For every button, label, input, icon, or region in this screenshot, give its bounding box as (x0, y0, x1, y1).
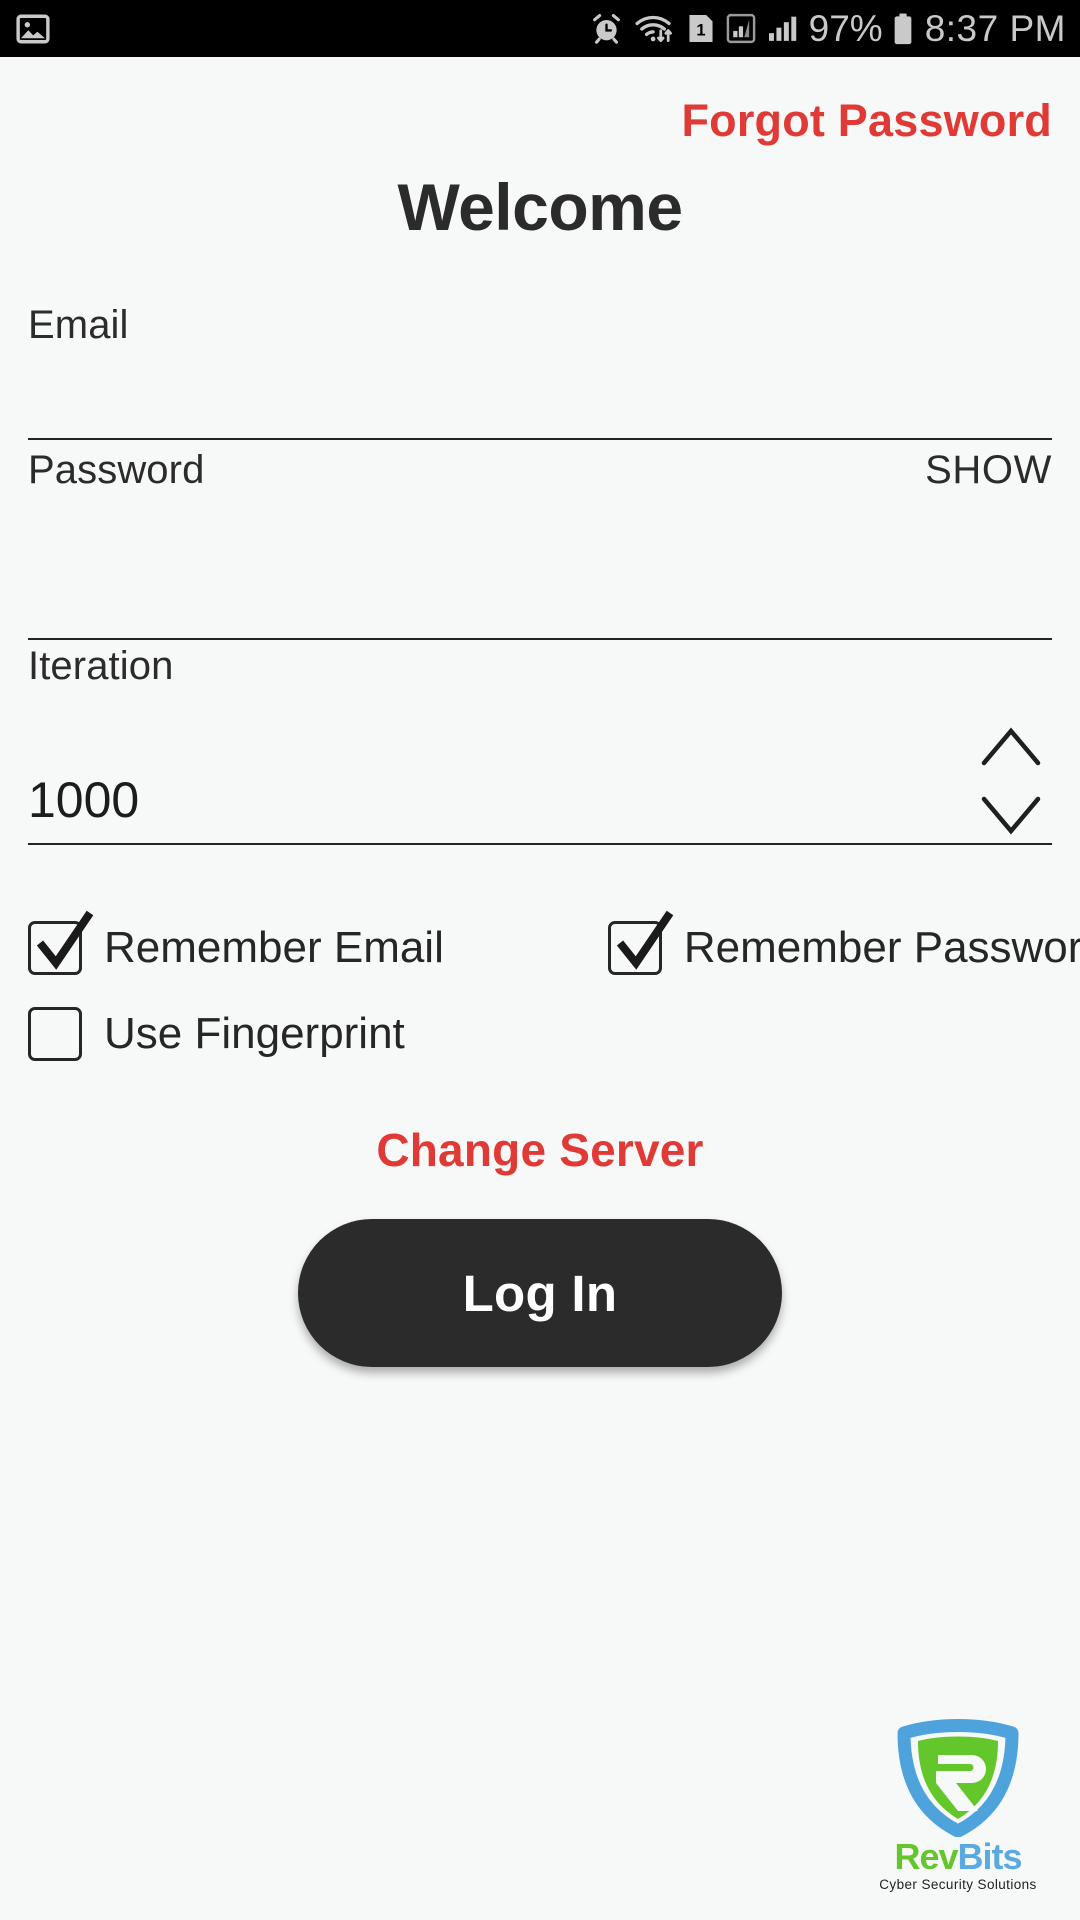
use-fingerprint-checkbox[interactable] (28, 1007, 82, 1061)
remember-options-row: Remember Email Remember Password (0, 910, 1080, 975)
page-title: Welcome (397, 170, 683, 244)
checkmark-icon (36, 910, 94, 970)
show-password-toggle[interactable]: SHOW (925, 448, 1052, 493)
iteration-label: Iteration (28, 644, 174, 688)
password-field-group[interactable]: Password SHOW (28, 440, 1052, 640)
status-bar-right: 1 97% 8:37 PM (590, 8, 1066, 50)
forgot-password-link[interactable]: Forgot Password (681, 95, 1052, 147)
status-bar: 1 97% 8:37 PM (0, 0, 1080, 57)
fingerprint-option-row: Use Fingerprint (0, 1007, 1080, 1061)
iteration-field-head: Iteration (28, 640, 1052, 689)
remember-email-label: Remember Email (104, 923, 444, 972)
chevron-down-icon[interactable] (979, 795, 1043, 837)
checkmark-icon (616, 910, 674, 970)
status-bar-left (16, 12, 50, 46)
revbits-shield-icon (897, 1719, 1019, 1837)
svg-text:1: 1 (696, 21, 705, 39)
revbits-logo: RevBits Cyber Security Solutions (862, 1719, 1054, 1892)
remember-email-checkbox-item[interactable]: Remember Email (28, 910, 444, 975)
logo-word-bits: Bits (957, 1836, 1023, 1877)
use-fingerprint-label: Use Fingerprint (104, 1009, 405, 1058)
remember-email-checkbox[interactable] (28, 910, 94, 975)
battery-icon (894, 13, 912, 44)
revbits-wordmark: RevBits (862, 1839, 1054, 1875)
change-server-link[interactable]: Change Server (376, 1124, 703, 1176)
revbits-tagline: Cyber Security Solutions (879, 1877, 1037, 1892)
remember-password-label: Remember Password (683, 923, 1080, 972)
login-screen: Forgot Password Welcome Email Password S… (0, 57, 1080, 1920)
wifi-transfer-icon (635, 15, 672, 43)
forgot-password-row: Forgot Password (0, 57, 1080, 147)
login-button-row: Log In (0, 1219, 1080, 1367)
checkbox-square (28, 1007, 82, 1061)
remember-password-checkbox-item[interactable]: Remember Password (607, 910, 1080, 975)
battery-percent-label: 97% (808, 7, 883, 49)
alarm-icon (592, 13, 620, 44)
email-field-group[interactable]: Email (28, 295, 1052, 440)
clock-label: 8:37 PM (924, 7, 1066, 49)
login-button[interactable]: Log In (298, 1219, 782, 1367)
mobile-data-icon (726, 13, 755, 44)
password-label: Password (28, 448, 205, 492)
change-server-row: Change Server (0, 1123, 1080, 1177)
chevron-up-icon[interactable] (979, 725, 1043, 767)
photo-icon (16, 14, 50, 43)
sim-one-icon: 1 (689, 15, 713, 42)
email-label: Email (28, 303, 129, 347)
signal-bars-icon (768, 16, 796, 41)
iteration-field-group[interactable]: Iteration 1000 (28, 640, 1052, 845)
password-field-head: Password SHOW (28, 440, 1052, 493)
login-form: Email Password SHOW Iteration 1000 (0, 295, 1080, 845)
use-fingerprint-checkbox-item[interactable]: Use Fingerprint (28, 1007, 405, 1061)
email-field-head: Email (28, 295, 1052, 348)
iteration-input[interactable]: 1000 (28, 771, 139, 829)
iteration-stepper[interactable] (978, 725, 1044, 837)
remember-password-checkbox[interactable] (607, 910, 674, 975)
logo-word-rev: Rev (894, 1836, 958, 1877)
